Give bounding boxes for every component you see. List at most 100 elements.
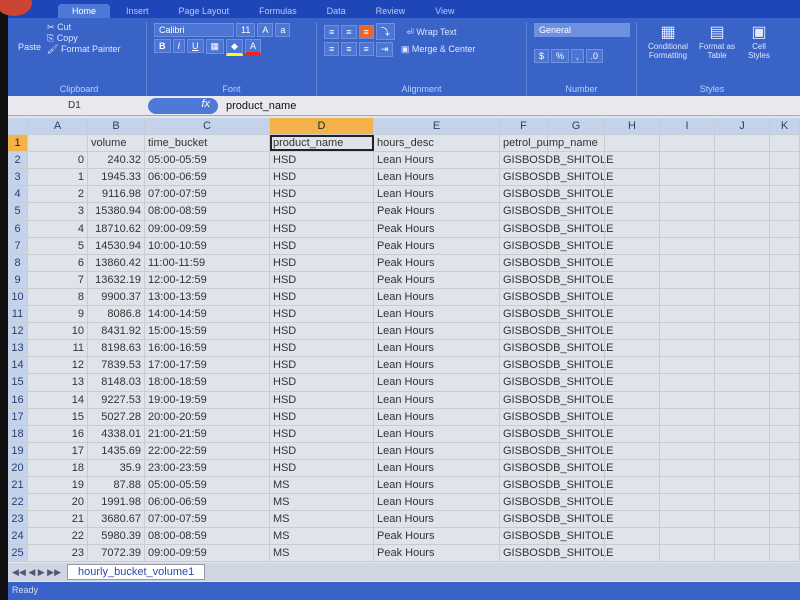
header-cell[interactable] <box>28 135 88 152</box>
wrap-text-button[interactable]: ⏎ Wrap Text <box>406 27 456 37</box>
cell[interactable]: Peak Hours <box>374 220 500 237</box>
cell[interactable] <box>770 271 800 288</box>
header-cell[interactable]: petrol_pump_name <box>500 135 598 152</box>
fill-color-icon[interactable]: ◆ <box>226 39 243 56</box>
number-format-select[interactable]: General <box>534 23 630 37</box>
column-header-J[interactable]: J <box>715 118 770 135</box>
tab-data[interactable]: Data <box>313 4 360 18</box>
cell[interactable] <box>605 254 660 271</box>
cell[interactable]: HSD <box>270 323 374 340</box>
row-header[interactable]: 6 <box>8 220 28 237</box>
cell[interactable] <box>660 494 715 511</box>
cell[interactable]: GISBOSDB_SHITOLE <box>500 408 613 425</box>
cell[interactable] <box>770 340 800 357</box>
cell[interactable]: 12:00-12:59 <box>145 271 270 288</box>
cell[interactable]: 2 <box>28 186 88 203</box>
cell[interactable]: Lean Hours <box>374 323 500 340</box>
cell[interactable] <box>770 152 800 169</box>
cell[interactable]: 87.88 <box>88 476 145 494</box>
column-header-D[interactable]: D <box>270 118 374 135</box>
cell[interactable]: 20 <box>28 494 88 511</box>
cell[interactable] <box>770 288 800 306</box>
cell[interactable] <box>605 511 660 528</box>
tab-view[interactable]: View <box>421 4 468 18</box>
cell[interactable]: 18 <box>28 459 88 476</box>
cell[interactable]: HSD <box>270 220 374 237</box>
cell[interactable] <box>605 288 660 306</box>
cell[interactable]: GISBOSDB_SHITOLE <box>500 203 613 220</box>
font-size-select[interactable]: 11 <box>236 23 256 37</box>
cell[interactable] <box>605 391 660 408</box>
cell[interactable]: Peak Hours <box>374 545 500 562</box>
cell[interactable]: 21 <box>28 511 88 528</box>
cell[interactable] <box>770 476 800 494</box>
merge-center-button[interactable]: ▣ Merge & Center <box>401 44 476 54</box>
cell[interactable]: 23:00-23:59 <box>145 459 270 476</box>
cell[interactable]: 13:00-13:59 <box>145 288 270 306</box>
align-center-icon[interactable]: ≡ <box>341 42 357 56</box>
cell[interactable]: GISBOSDB_SHITOLE <box>500 306 613 323</box>
cell[interactable]: 12 <box>28 357 88 374</box>
cell[interactable]: MS <box>270 528 374 545</box>
select-all-button[interactable] <box>8 118 28 135</box>
cell[interactable]: 22:00-22:59 <box>145 442 270 459</box>
cell[interactable] <box>715 271 770 288</box>
cell[interactable] <box>660 511 715 528</box>
cell[interactable]: Lean Hours <box>374 459 500 476</box>
cell[interactable] <box>660 340 715 357</box>
cell[interactable] <box>605 408 660 425</box>
cell[interactable] <box>605 323 660 340</box>
cell[interactable]: Peak Hours <box>374 237 500 254</box>
cell[interactable] <box>715 340 770 357</box>
shrink-font-icon[interactable]: a <box>275 23 291 37</box>
cell[interactable]: GISBOSDB_SHITOLE <box>500 357 613 374</box>
column-header-G[interactable]: G <box>548 118 605 135</box>
cell[interactable]: Lean Hours <box>374 511 500 528</box>
cell[interactable]: HSD <box>270 340 374 357</box>
cell[interactable] <box>660 459 715 476</box>
tab-formulas[interactable]: Formulas <box>245 4 311 18</box>
row-header[interactable]: 7 <box>8 237 28 254</box>
row-header[interactable]: 15 <box>8 374 28 391</box>
cell[interactable]: Peak Hours <box>374 203 500 220</box>
currency-icon[interactable]: $ <box>534 49 550 63</box>
cell[interactable] <box>715 220 770 237</box>
cell[interactable]: 07:00-07:59 <box>145 186 270 203</box>
cell[interactable]: GISBOSDB_SHITOLE <box>500 169 613 186</box>
column-header-I[interactable]: I <box>660 118 715 135</box>
cell[interactable]: 9 <box>28 306 88 323</box>
cell[interactable]: 5027.28 <box>88 408 145 425</box>
cell[interactable] <box>715 476 770 494</box>
cell[interactable] <box>548 340 605 357</box>
row-header[interactable]: 17 <box>8 408 28 425</box>
cell[interactable]: Peak Hours <box>374 254 500 271</box>
cell[interactable] <box>770 374 800 391</box>
cell[interactable] <box>548 323 605 340</box>
cell[interactable] <box>660 323 715 340</box>
cell[interactable] <box>770 528 800 545</box>
cell[interactable]: 7839.53 <box>88 357 145 374</box>
cell[interactable]: 10:00-10:59 <box>145 237 270 254</box>
cell[interactable]: 17:00-17:59 <box>145 357 270 374</box>
cell[interactable] <box>660 169 715 186</box>
cell[interactable] <box>715 511 770 528</box>
cell[interactable] <box>605 442 660 459</box>
cell[interactable]: Lean Hours <box>374 494 500 511</box>
cell[interactable] <box>605 357 660 374</box>
cell[interactable]: 08:00-08:59 <box>145 528 270 545</box>
cell[interactable] <box>715 288 770 306</box>
cell[interactable] <box>660 271 715 288</box>
cell[interactable] <box>548 391 605 408</box>
row-header[interactable]: 5 <box>8 203 28 220</box>
cell[interactable]: 8431.92 <box>88 323 145 340</box>
cell[interactable]: 240.32 <box>88 152 145 169</box>
cell[interactable]: 1 <box>28 169 88 186</box>
cell[interactable] <box>605 545 660 562</box>
cell[interactable]: 05:00-05:59 <box>145 152 270 169</box>
cell[interactable]: 7 <box>28 271 88 288</box>
cell[interactable] <box>715 186 770 203</box>
bold-icon[interactable]: B <box>154 39 171 53</box>
cell[interactable] <box>605 306 660 323</box>
cell[interactable]: HSD <box>270 442 374 459</box>
cell[interactable]: 13632.19 <box>88 271 145 288</box>
